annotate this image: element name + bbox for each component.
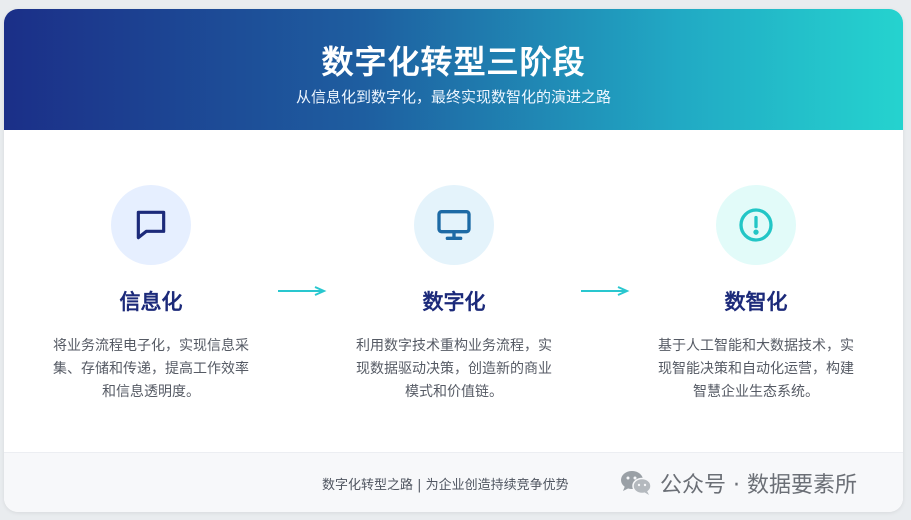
header-banner: 数字化转型三阶段 从信息化到数字化，最终实现数智化的演进之路	[4, 9, 903, 130]
wechat-icon	[621, 471, 652, 495]
alert-circle-icon	[739, 208, 773, 242]
arrow-right-icon	[581, 286, 630, 296]
description-line: 模式和价值链。	[405, 384, 503, 400]
stage-icon-circle	[111, 185, 191, 265]
stage-description: 利用数字技术重构业务流程，实 现数据驱动决策，创造新的商业 模式和价值链。	[339, 335, 569, 404]
stage-description: 将业务流程电子化，实现信息采 集、存储和传递，提高工作效率 和信息透明度。	[36, 335, 266, 404]
monitor-icon	[437, 210, 471, 240]
stage-title: 数智化	[724, 290, 788, 314]
page-title: 数字化转型三阶段	[321, 43, 586, 81]
stage-informatization: 信息化 将业务流程电子化，实现信息采 集、存储和传递，提高工作效率 和信息透明度…	[36, 185, 266, 404]
footer-bar: 数字化转型之路 | 为企业创造持续竞争优势 公众号 · 数据要素所	[4, 452, 903, 512]
description-line: 将业务流程电子化，实现信息采	[53, 338, 249, 354]
description-line: 基于人工智能和大数据技术，实	[658, 338, 854, 354]
watermark-text: 公众号 · 数据要素所	[660, 473, 857, 498]
diagram-card: 数字化转型三阶段 从信息化到数字化，最终实现数智化的演进之路 信息化 将业务流程…	[4, 9, 903, 512]
stage-title: 数字化	[422, 290, 486, 314]
description-line: 利用数字技术重构业务流程，实	[356, 338, 552, 354]
stage-icon-circle	[716, 185, 796, 265]
stage-intelligentization: 数智化 基于人工智能和大数据技术，实 现智能决策和自动化运营，构建 智慧企业生态…	[641, 185, 871, 404]
stage-icon-circle	[414, 185, 494, 265]
description-line: 集、存储和传递，提高工作效率	[53, 361, 249, 377]
watermark: 公众号 · 数据要素所	[620, 467, 857, 499]
page-subtitle: 从信息化到数字化，最终实现数智化的演进之路	[295, 88, 611, 106]
footer-text: 数字化转型之路 | 为企业创造持续竞争优势	[322, 478, 569, 493]
arrow-right-icon	[278, 286, 327, 296]
stage-title: 信息化	[119, 290, 183, 314]
description-line: 现智能决策和自动化运营，构建	[658, 361, 854, 377]
stage-description: 基于人工智能和大数据技术，实 现智能决策和自动化运营，构建 智慧企业生态系统。	[641, 335, 871, 404]
stage-digitalization: 数字化 利用数字技术重构业务流程，实 现数据驱动决策，创造新的商业 模式和价值链…	[339, 185, 569, 404]
description-line: 智慧企业生态系统。	[693, 384, 819, 400]
description-line: 现数据驱动决策，创造新的商业	[356, 361, 552, 377]
description-line: 和信息透明度。	[102, 384, 200, 400]
chat-bubble-icon	[136, 210, 166, 240]
